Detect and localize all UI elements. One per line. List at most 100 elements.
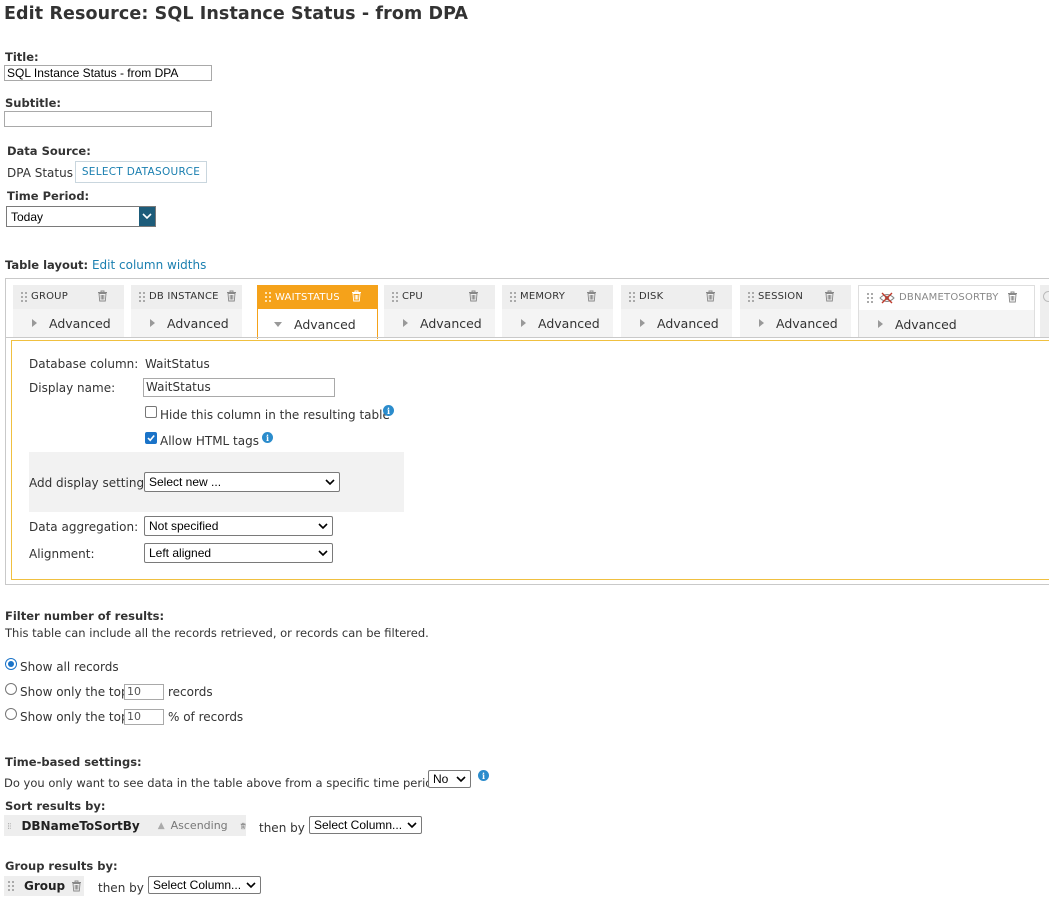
show-pct-radio[interactable]	[5, 708, 17, 720]
column-tab-label: WAITSTATUS	[275, 291, 340, 303]
group-then-by: then by	[98, 881, 144, 895]
alignment-label: Alignment:	[29, 547, 95, 561]
chevron-down-icon	[318, 550, 328, 557]
advanced-toggle[interactable]: Advanced	[859, 310, 1034, 338]
drag-handle-icon[interactable]	[8, 821, 12, 831]
sort-chip[interactable]: DBNameToSortBy ▲ Ascending	[4, 815, 246, 836]
sort-column-name: DBNameToSortBy	[21, 818, 140, 833]
advanced-label: Advanced	[538, 315, 600, 331]
show-top-radio[interactable]	[5, 683, 17, 695]
column-tab-db-instance[interactable]: DB INSTANCE Advanced	[131, 285, 242, 337]
drag-handle-icon[interactable]	[748, 291, 754, 302]
drag-handle-icon[interactable]	[392, 291, 398, 302]
add-column-icon[interactable]	[1043, 291, 1049, 302]
sort-label: Sort results by:	[5, 799, 106, 813]
advanced-toggle[interactable]: Advanced	[131, 309, 242, 337]
trash-icon[interactable]	[351, 290, 362, 302]
info-icon[interactable]: i	[383, 405, 394, 416]
drag-handle-icon[interactable]	[629, 291, 635, 302]
group-chip[interactable]: Group	[4, 876, 84, 896]
time-period-select[interactable]: Today	[6, 206, 156, 227]
column-tab-label: GROUP	[31, 291, 68, 302]
advanced-toggle[interactable]: Advanced	[384, 309, 495, 337]
caret-right-icon	[521, 319, 526, 327]
column-tab-group[interactable]: GROUP Advanced	[13, 285, 124, 337]
trash-icon[interactable]	[97, 290, 108, 302]
info-icon[interactable]: i	[262, 432, 273, 443]
db-column-value: WaitStatus	[145, 357, 210, 371]
advanced-toggle[interactable]: Advanced	[13, 309, 124, 337]
chevron-down-icon	[407, 822, 417, 829]
drag-handle-icon[interactable]	[510, 291, 516, 302]
alignment-select[interactable]: Left aligned	[144, 543, 333, 563]
drag-handle-icon[interactable]	[265, 292, 271, 302]
data-source-value: DPA Status	[7, 166, 73, 180]
sort-then-by: then by	[259, 821, 305, 835]
trash-icon[interactable]	[226, 290, 237, 302]
sort-order[interactable]: Ascending	[171, 819, 228, 832]
allow-html-checkbox[interactable]	[145, 432, 157, 444]
advanced-label: Advanced	[776, 315, 838, 331]
column-tab-dbnametosortby[interactable]: DBNAMETOSORTBY Advanced	[858, 285, 1035, 338]
column-tab-cpu[interactable]: CPU Advanced	[384, 285, 495, 337]
trash-icon[interactable]	[824, 290, 835, 302]
add-display-label: Add display settings:	[29, 476, 155, 490]
chevron-down-icon	[318, 523, 328, 530]
show-pct-label: Show only the top	[20, 710, 129, 724]
display-name-input[interactable]: WaitStatus	[143, 378, 335, 397]
db-column-label: Database column:	[29, 357, 139, 371]
advanced-label: Advanced	[49, 315, 111, 331]
chevron-down-icon[interactable]	[139, 207, 155, 226]
advanced-toggle[interactable]: Advanced	[621, 309, 732, 337]
drag-handle-icon[interactable]	[139, 291, 145, 302]
chevron-down-icon	[456, 776, 466, 783]
column-tab-session[interactable]: SESSION Advanced	[740, 285, 851, 337]
trash-icon[interactable]	[586, 290, 597, 302]
time-based-select[interactable]: No	[428, 770, 471, 788]
advanced-label: Advanced	[167, 315, 229, 331]
column-tab-disk[interactable]: DISK Advanced	[621, 285, 732, 337]
column-tab-label: CPU	[402, 291, 423, 302]
drag-handle-icon[interactable]	[8, 881, 14, 891]
trash-icon[interactable]	[468, 290, 479, 302]
pct-suffix: % of records	[168, 710, 244, 724]
aggregation-select[interactable]: Not specified	[144, 516, 333, 536]
time-based-value: No	[433, 772, 449, 786]
group-then-select[interactable]: Select Column...	[148, 876, 261, 894]
trash-icon[interactable]	[240, 820, 246, 832]
drag-handle-icon[interactable]	[867, 292, 873, 303]
sort-then-value: Select Column...	[314, 818, 403, 832]
table-layout-row: Table layout: Edit column widths	[5, 258, 206, 272]
caret-right-icon	[32, 319, 37, 327]
drag-handle-icon[interactable]	[21, 291, 27, 302]
page-title: Edit Resource: SQL Instance Status - fro…	[4, 4, 469, 24]
aggregation-label: Data aggregation:	[29, 520, 139, 534]
advanced-toggle[interactable]: Advanced	[258, 310, 377, 338]
checkmark-icon	[147, 434, 155, 442]
trash-icon[interactable]	[1007, 291, 1018, 303]
pct-count-input[interactable]: 10	[124, 709, 164, 725]
column-tab-waitstatus[interactable]: WAITSTATUS Advanced	[257, 285, 378, 339]
time-period-value: Today	[11, 210, 44, 224]
column-tab-label: DISK	[639, 291, 664, 302]
hide-column-checkbox[interactable]	[145, 406, 157, 418]
column-tab-memory[interactable]: MEMORY Advanced	[502, 285, 613, 337]
advanced-toggle[interactable]: Advanced	[740, 309, 851, 337]
advanced-toggle[interactable]: Advanced	[502, 309, 613, 337]
sort-then-select[interactable]: Select Column...	[309, 816, 422, 834]
hide-column-label: Hide this column in the resulting table	[160, 408, 390, 422]
top-count-input[interactable]: 10	[124, 684, 164, 700]
title-input[interactable]: SQL Instance Status - from DPA	[4, 65, 212, 81]
subtitle-label: Subtitle:	[5, 96, 61, 110]
edit-column-widths-link[interactable]: Edit column widths	[92, 258, 206, 272]
select-datasource-button[interactable]: SELECT DATASOURCE	[75, 161, 207, 183]
add-display-value: Select new ...	[149, 475, 222, 489]
show-all-radio[interactable]	[5, 658, 17, 670]
add-display-select[interactable]: Select new ...	[144, 472, 340, 492]
sort-arrow-icon[interactable]: ▲	[158, 821, 165, 831]
trash-icon[interactable]	[705, 290, 716, 302]
alignment-value: Left aligned	[149, 546, 212, 560]
subtitle-input[interactable]	[4, 111, 212, 127]
info-icon[interactable]: i	[478, 770, 489, 781]
trash-icon[interactable]	[71, 880, 82, 892]
